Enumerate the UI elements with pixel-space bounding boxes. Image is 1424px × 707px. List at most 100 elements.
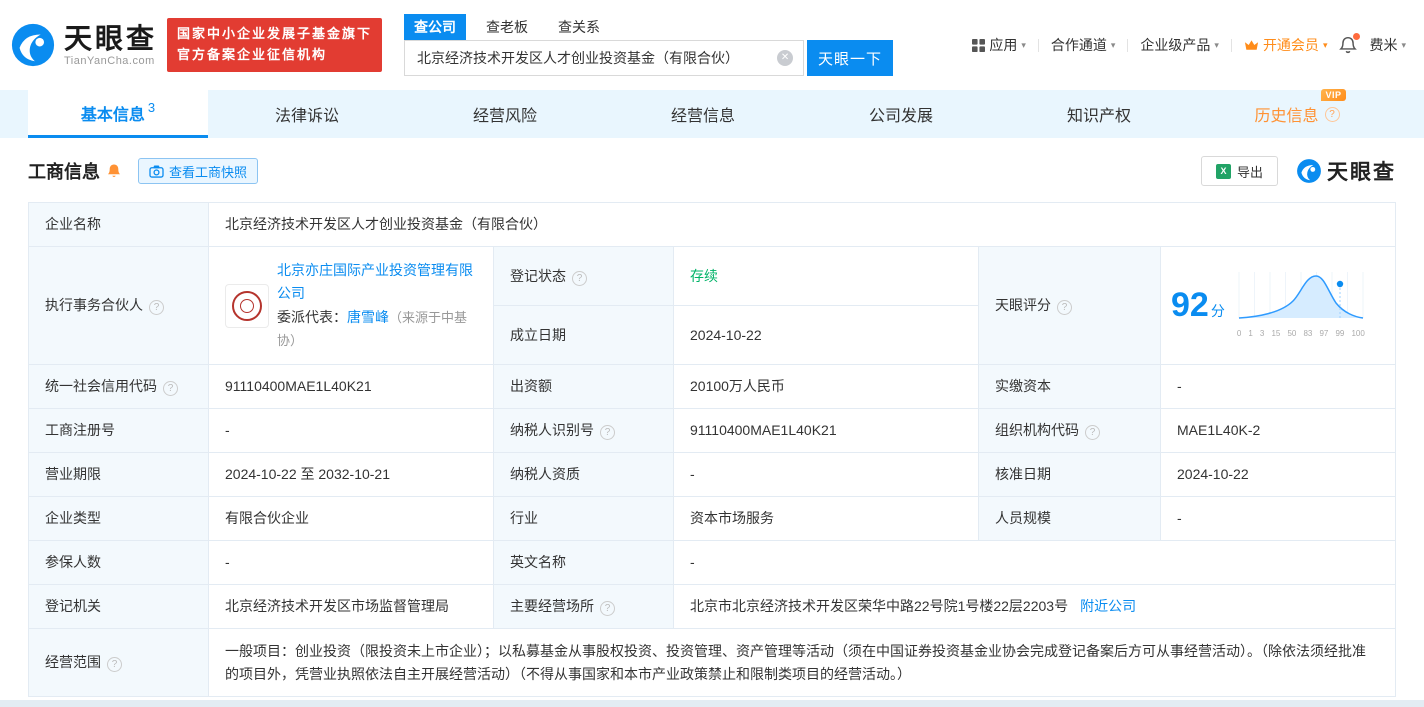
field-label-business-scope: 经营范围? xyxy=(28,628,209,697)
search-input[interactable] xyxy=(405,41,804,75)
notifications-bell[interactable] xyxy=(1339,33,1361,54)
help-icon[interactable]: ? xyxy=(1057,300,1072,316)
field-value-business-term: 2024-10-22 至 2032-10-21 xyxy=(208,452,494,497)
field-label-capital: 出资额 xyxy=(493,364,674,409)
field-value-tyc-score[interactable]: 92 分 0 1 3 15 50 83 97 99 100 xyxy=(1160,246,1396,365)
field-value-english-name: - xyxy=(673,540,1396,585)
tianyancha-watermark: 天眼查 xyxy=(1296,156,1396,186)
field-label-reg-number: 工商注册号 xyxy=(28,408,209,453)
nearby-companies-link[interactable]: 附近公司 xyxy=(1080,598,1136,614)
chevron-down-icon: ▾ xyxy=(1110,39,1116,50)
camera-icon xyxy=(149,164,164,178)
follow-bell-icon[interactable] xyxy=(106,163,122,179)
search-tab-company[interactable]: 查公司 xyxy=(404,14,467,40)
tab-business-info[interactable]: 经营信息 xyxy=(604,90,802,138)
export-button-label: 导出 xyxy=(1236,164,1263,180)
official-badge: 国家中小企业发展子基金旗下 官方备案企业征信机构 xyxy=(167,18,383,72)
nav-partner-channel[interactable]: 合作通道 ▾ xyxy=(1051,35,1116,55)
snapshot-button[interactable]: 查看工商快照 xyxy=(138,158,259,184)
field-label-taxpayer-id: 纳税人识别号? xyxy=(493,408,674,453)
search-box: ✕ xyxy=(404,40,805,76)
field-value-staff-size: - xyxy=(1160,496,1396,541)
clear-search-icon[interactable]: ✕ xyxy=(777,50,794,66)
field-value-business-scope: 一般项目：创业投资（限投资未上市企业）；以私募基金从事股权投资、投资管理、资产管… xyxy=(208,628,1396,697)
field-label-taxpayer-quality: 纳税人资质 xyxy=(493,452,674,497)
field-label-english-name: 英文名称 xyxy=(493,540,674,585)
partner-company-logo[interactable] xyxy=(225,283,269,328)
field-label-establish-date: 成立日期 xyxy=(493,305,674,365)
field-value-approval-date: 2024-10-22 xyxy=(1160,452,1396,497)
tab-company-development[interactable]: 公司发展 xyxy=(802,90,1000,138)
field-label-company-type: 企业类型 xyxy=(28,496,209,541)
field-label-approval-date: 核准日期 xyxy=(978,452,1161,497)
field-label-tyc-score: 天眼评分? xyxy=(978,246,1161,365)
help-icon[interactable]: ? xyxy=(600,601,615,617)
field-label-business-term: 营业期限 xyxy=(28,452,209,497)
nav-apps-label: 应用 xyxy=(989,37,1018,53)
search-button[interactable]: 天眼一下 xyxy=(807,40,894,76)
basic-info-count: 3 xyxy=(147,100,156,115)
badge-line1: 国家中小企业发展子基金旗下 xyxy=(177,26,373,42)
vip-badge: VIP xyxy=(1321,89,1346,101)
tyc-score-number: 92 分 xyxy=(1171,286,1225,325)
tianyancha-logo-icon xyxy=(11,23,55,67)
rep-name-link[interactable]: 唐雪峰 xyxy=(347,309,389,325)
notification-dot xyxy=(1353,33,1361,40)
top-nav: 应用 ▾ 合作通道 ▾ 企业级产品 ▾ 开通会员 ▾ 费米 ▾ xyxy=(972,33,1406,55)
rep-prefix: 委派代表： xyxy=(277,309,347,326)
field-label-executive-partner: 执行事务合伙人? xyxy=(28,246,209,365)
divider xyxy=(1127,38,1129,52)
field-value-capital: 20100万人民币 xyxy=(673,364,979,409)
partner-logo-emblem xyxy=(232,290,262,321)
score-chart-axis: 0 1 3 15 50 83 97 99 100 xyxy=(1236,328,1365,338)
field-value-establish-date: 2024-10-22 xyxy=(673,305,979,365)
help-icon[interactable]: ? xyxy=(107,657,122,673)
chevron-down-icon: ▾ xyxy=(1322,39,1328,50)
tianyancha-logo[interactable]: 天眼查 TianYanCha.com xyxy=(10,22,157,68)
tab-operating-risk[interactable]: 经营风险 xyxy=(406,90,604,138)
tab-history-info[interactable]: VIP 历史信息 ? xyxy=(1198,89,1396,138)
search-area: 查公司 查老板 查关系 ✕ 天眼一下 xyxy=(404,14,894,76)
nav-enterprise-products[interactable]: 企业级产品 ▾ xyxy=(1140,35,1219,55)
nav-vip-label: 开通会员 xyxy=(1262,37,1319,53)
partner-company-link[interactable]: 北京亦庄国际产业投资管理有限公司 xyxy=(277,262,473,300)
chevron-down-icon: ▾ xyxy=(1021,39,1026,50)
chevron-down-icon: ▾ xyxy=(1214,39,1219,50)
brand-domain: TianYanCha.com xyxy=(64,54,155,67)
export-button[interactable]: X 导出 xyxy=(1200,156,1278,186)
field-value-insured-count: - xyxy=(208,540,494,585)
field-label-credit-code: 统一社会信用代码? xyxy=(28,364,209,409)
field-value-taxpayer-id: 91110400MAE1L40K21 xyxy=(673,408,979,453)
top-header: 天眼查 TianYanCha.com 国家中小企业发展子基金旗下 官方备案企业征… xyxy=(0,0,1424,90)
nav-user[interactable]: 费米 ▾ xyxy=(1369,35,1406,55)
field-value-paid-capital: - xyxy=(1160,364,1396,409)
nav-apps[interactable]: 应用 ▾ xyxy=(972,35,1026,55)
tab-basic-info[interactable]: 基本信息 3 xyxy=(28,90,208,138)
field-value-registration-status: 存续 xyxy=(673,246,979,306)
divider xyxy=(1037,38,1039,52)
field-label-address: 主要经营场所? xyxy=(493,584,674,629)
field-value-company-type: 有限合伙企业 xyxy=(208,496,494,541)
score-marker-dot xyxy=(1336,281,1344,288)
username: 费米 xyxy=(1369,37,1398,53)
help-icon[interactable]: ? xyxy=(600,425,615,441)
tab-intellectual-property[interactable]: 知识产权 xyxy=(1000,90,1198,138)
apps-grid-icon xyxy=(972,38,986,52)
help-icon[interactable]: ? xyxy=(1085,425,1100,441)
help-icon[interactable]: ? xyxy=(163,381,178,397)
field-label-insured-count: 参保人数 xyxy=(28,540,209,585)
business-info-table: 企业名称 北京经济技术开发区人才创业投资基金（有限合伙） 执行事务合伙人? 北京… xyxy=(28,202,1396,697)
field-value-executive-partner: 北京亦庄国际产业投资管理有限公司 委派代表：唐雪峰（来源于中基协） xyxy=(208,246,494,365)
nav-vip-upgrade[interactable]: 开通会员 ▾ xyxy=(1244,35,1328,55)
field-label-registry: 登记机关 xyxy=(28,584,209,629)
field-label-company-name: 企业名称 xyxy=(28,202,209,247)
help-icon[interactable]: ? xyxy=(149,300,164,316)
tab-legal-proceedings[interactable]: 法律诉讼 xyxy=(208,90,406,138)
bottom-strip xyxy=(0,700,1424,707)
search-tab-relation[interactable]: 查关系 xyxy=(548,14,610,40)
help-icon[interactable]: ? xyxy=(572,270,587,286)
search-tab-boss[interactable]: 查老板 xyxy=(476,14,538,40)
help-icon[interactable]: ? xyxy=(1324,106,1340,122)
field-value-org-code: MAE1L40K-2 xyxy=(1160,408,1396,453)
field-value-reg-number: - xyxy=(208,408,494,453)
